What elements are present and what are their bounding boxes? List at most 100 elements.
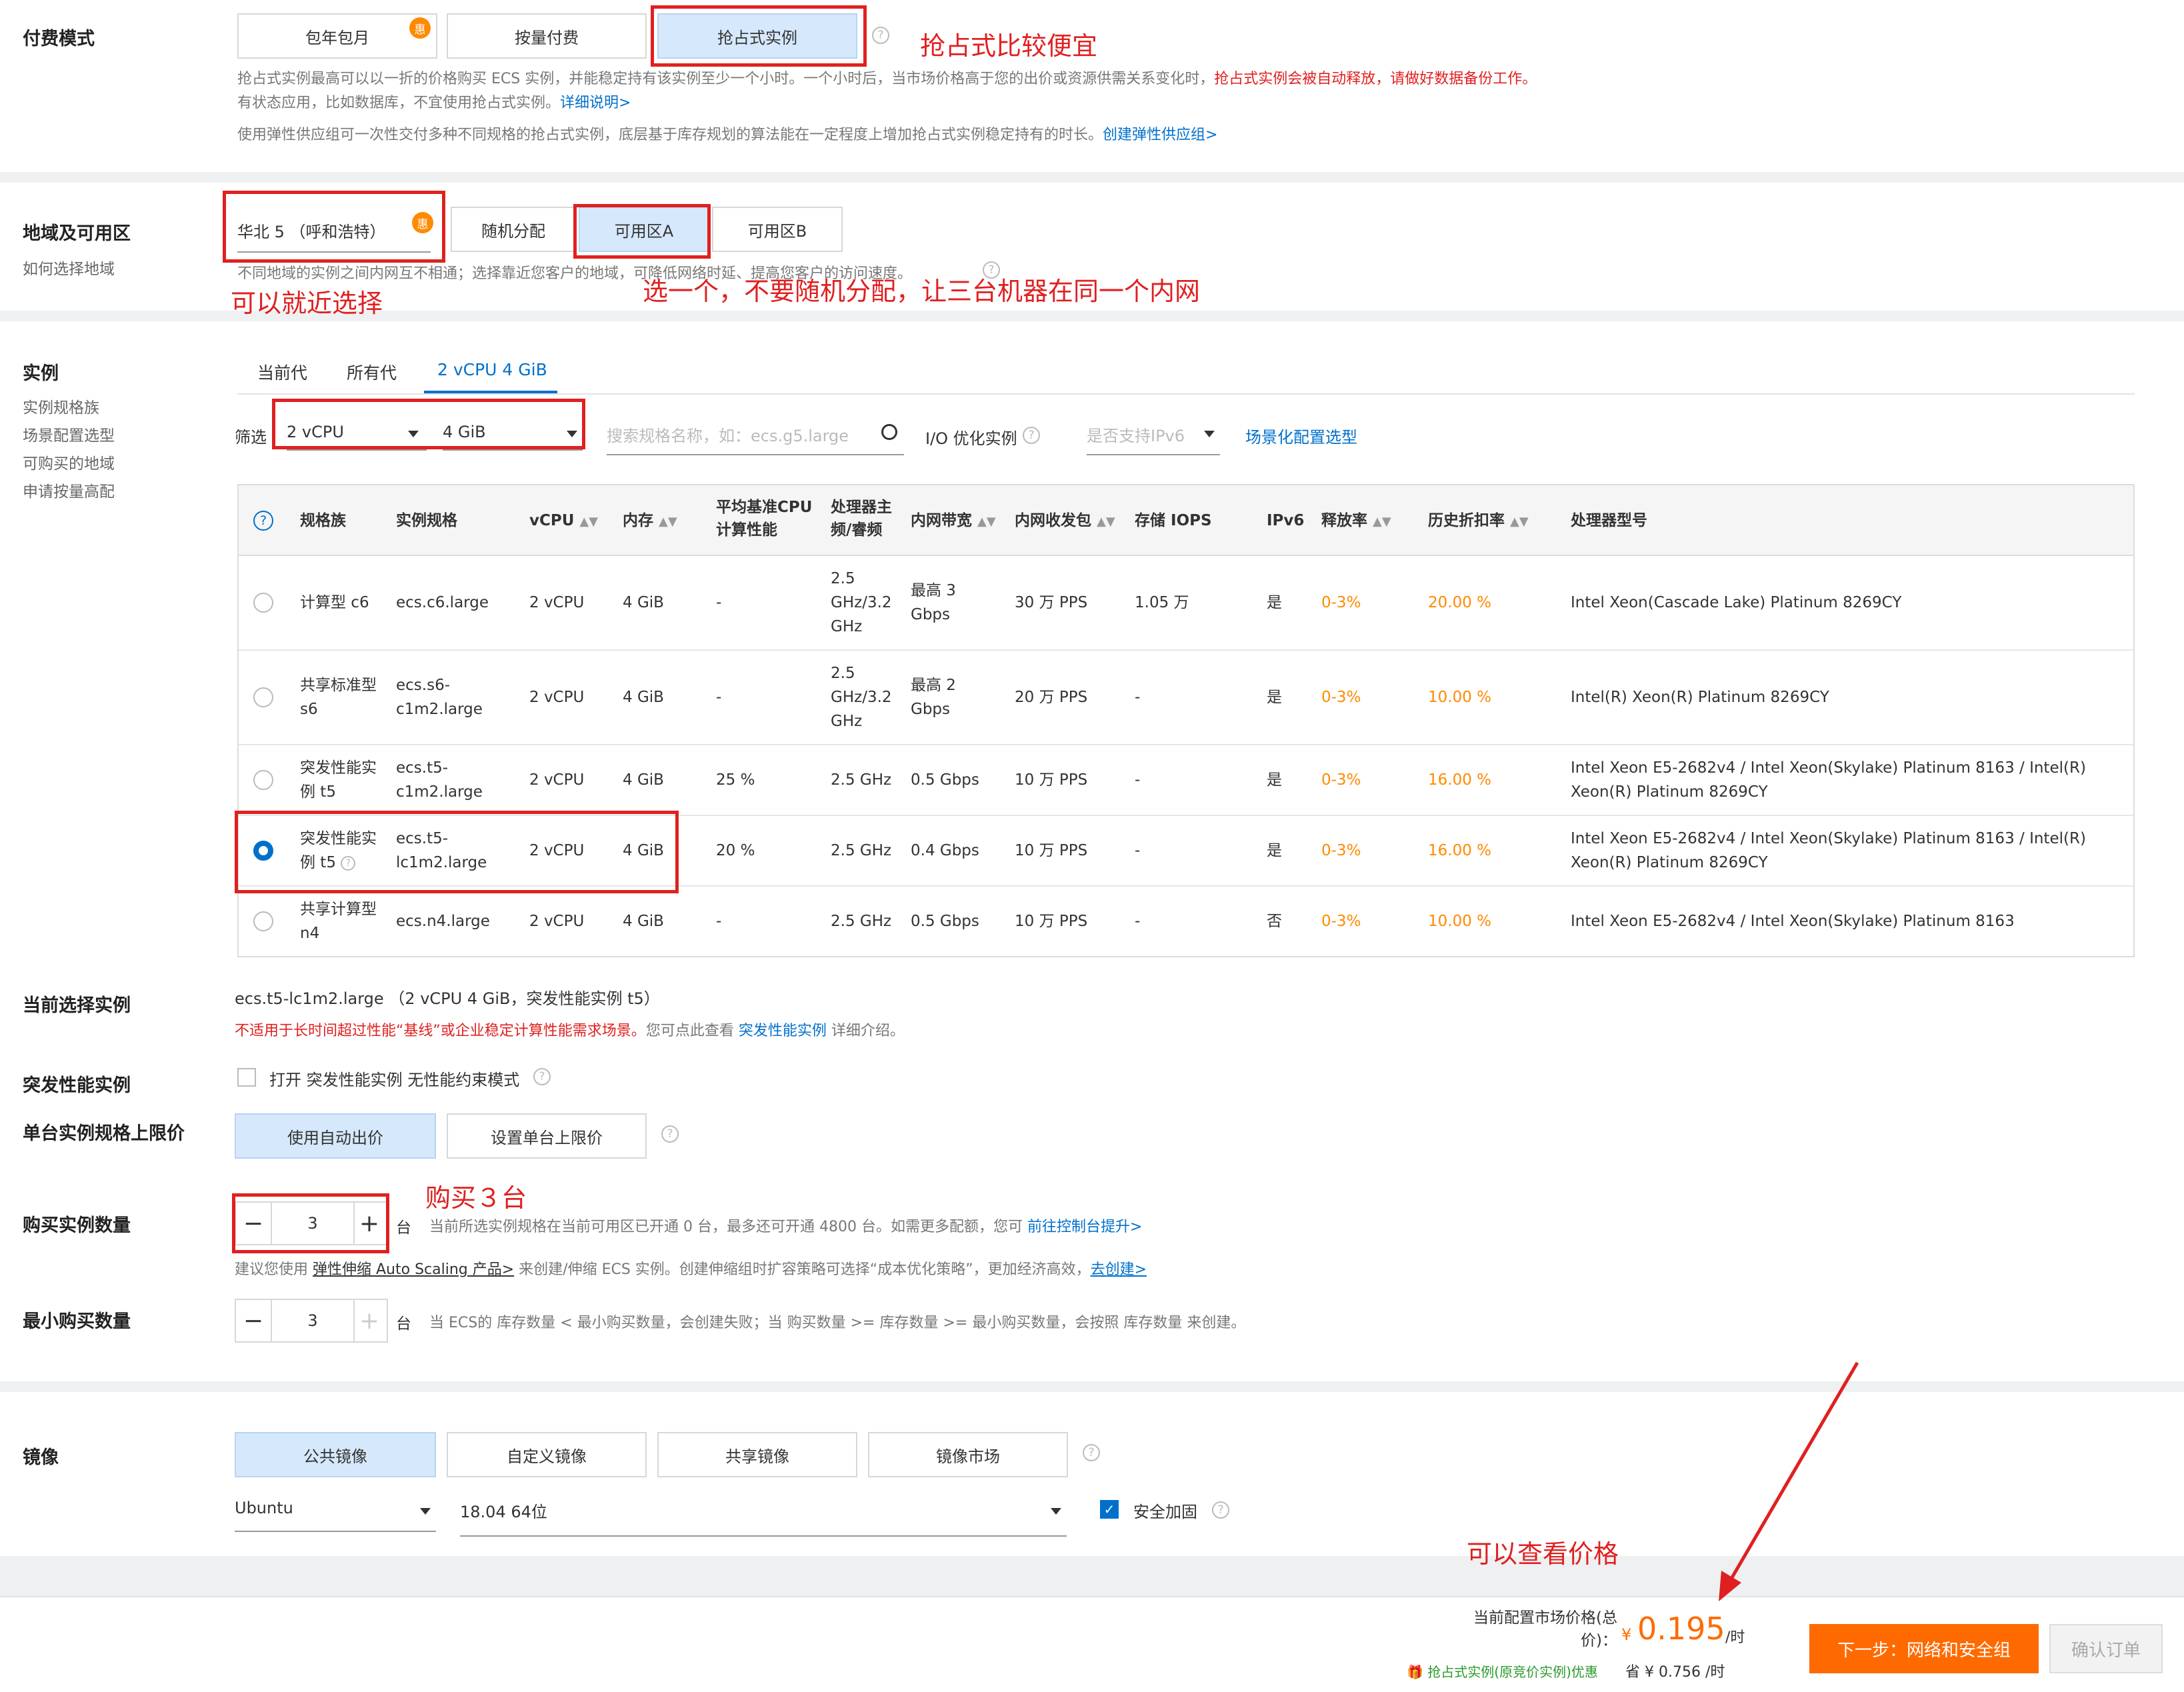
os-select[interactable]: Ubuntu: [235, 1499, 436, 1532]
zone-random[interactable]: 随机分配: [451, 207, 576, 252]
min-quantity-input[interactable]: 3: [271, 1300, 355, 1341]
unlimited-mode-checkbox[interactable]: [237, 1068, 256, 1087]
cell-baseline: -: [716, 594, 722, 611]
col-discount[interactable]: 历史折扣率 ▲▼: [1428, 509, 1529, 533]
unlimited-mode-label: 打开 突发性能实例 无性能约束模式: [269, 1071, 520, 1089]
cell-pps: 10 万 PPS: [1015, 913, 1088, 930]
cell-family: 共享计算型 n4: [300, 901, 377, 942]
option-pay-as-you-go[interactable]: 按量付费: [447, 13, 647, 59]
cell-vcpu: 2 vCPU: [529, 771, 585, 789]
cell-ipv6: 是: [1267, 594, 1282, 611]
cell-pps: 10 万 PPS: [1015, 842, 1088, 859]
autoscaling-link[interactable]: 弹性伸缩 Auto Scaling 产品>: [313, 1261, 514, 1278]
help-icon[interactable]: ?: [1023, 427, 1040, 444]
side-link-apply[interactable]: 申请按量高配: [23, 479, 115, 501]
side-link-regions[interactable]: 可购买的地域: [23, 451, 115, 473]
cell-baseline: -: [716, 913, 722, 930]
min-quantity-unit: 台: [396, 1315, 411, 1333]
col-ipv6: IPv6: [1267, 512, 1305, 529]
min-quantity-stepper[interactable]: − 3 +: [235, 1299, 388, 1343]
savings: 省 ¥ 0.756 /时: [1625, 1664, 1725, 1681]
cell-ipv6: 是: [1267, 842, 1282, 859]
annotation-text: 可以就近选择: [231, 289, 383, 318]
zone-b[interactable]: 可用区B: [712, 207, 843, 252]
table-row[interactable]: 共享标准型 s6 ecs.s6- c1m2.large 2 vCPU 4 GiB -…: [239, 651, 2133, 745]
row-radio[interactable]: [253, 911, 273, 931]
col-bandwidth[interactable]: 内网带宽 ▲▼: [911, 509, 996, 533]
annotation-box-preemptible: [651, 5, 867, 67]
cell-vcpu: 2 vCPU: [529, 913, 585, 930]
confirm-order-button[interactable]: 确认订单: [2049, 1624, 2163, 1673]
col-family[interactable]: 规格族: [300, 509, 346, 532]
cell-bandwidth: 最高 3 Gbps: [911, 582, 956, 623]
cell-family: 突发性能实例 t5: [300, 759, 377, 801]
quantity-hint: 当前所选实例规格在当前可用区已开通 0 台，最多还可开通 4800 台。如需更多…: [429, 1219, 1143, 1235]
total-price: 0.195: [1637, 1611, 1725, 1647]
cell-vcpu: 2 vCPU: [529, 689, 585, 706]
discount-badge: 惠: [409, 17, 431, 39]
col-release-rate[interactable]: 释放率 ▲▼: [1321, 509, 1391, 533]
next-network-button[interactable]: 下一步：网络和安全组: [1809, 1624, 2039, 1673]
cell-freq: 2.5 GHz/3.2 GHz: [831, 570, 892, 635]
ipv6-filter-select[interactable]: 是否支持IPv6: [1087, 423, 1220, 455]
tab-image-market[interactable]: 镜像市场: [868, 1432, 1068, 1477]
annotation-text: 可以查看价格: [1467, 1539, 1619, 1569]
create-supply-group-link[interactable]: 创建弹性供应组>: [1103, 127, 1217, 143]
help-icon[interactable]: ?: [1083, 1444, 1100, 1461]
col-vcpu[interactable]: vCPU ▲▼: [529, 509, 598, 533]
scene-config-link[interactable]: 场景化配置选型: [1245, 424, 1357, 447]
table-row[interactable]: 共享计算型 n4 ecs.n4.large 2 vCPU 4 GiB - 2.5 …: [239, 887, 2133, 956]
payment-desc-2: 有状态应用，比如数据库，不宜使用抢占式实例。详细说明>: [237, 95, 631, 111]
help-icon[interactable]: ?: [661, 1125, 679, 1143]
tab-all-gen[interactable]: 所有代: [347, 360, 397, 384]
details-link[interactable]: 详细说明>: [560, 95, 631, 111]
cell-iops: -: [1135, 689, 1141, 706]
tab-shared-image[interactable]: 共享镜像: [657, 1432, 857, 1477]
col-freq: 处理器主 频/睿频: [831, 499, 892, 539]
cell-pps: 20 万 PPS: [1015, 689, 1088, 706]
table-row[interactable]: 计算型 c6 ecs.c6.large 2 vCPU 4 GiB - 2.5 GH…: [239, 556, 2133, 651]
current-selection-label: 当前选择实例: [23, 995, 131, 1016]
min-quantity-label: 最小购买数量: [23, 1311, 131, 1332]
col-spec: 实例规格: [396, 512, 457, 529]
set-limit-button[interactable]: 设置单台上限价: [447, 1113, 647, 1159]
tab-active-indicator: [424, 391, 557, 393]
col-mem[interactable]: 内存 ▲▼: [623, 509, 677, 533]
tab-public-image[interactable]: 公共镜像: [235, 1432, 436, 1477]
tab-custom-image[interactable]: 自定义镜像: [447, 1432, 647, 1477]
help-icon[interactable]: ?: [533, 1068, 551, 1085]
help-icon[interactable]: ?: [1212, 1501, 1229, 1519]
option-subscription[interactable]: 包年包月: [237, 13, 437, 59]
region-help-link[interactable]: 如何选择地域: [23, 256, 115, 279]
table-row[interactable]: 突发性能实例 t5 ecs.t5- c1m2.large 2 vCPU 4 GiB…: [239, 745, 2133, 816]
cell-mem: 4 GiB: [623, 771, 664, 789]
col-pps[interactable]: 内网收发包 ▲▼: [1015, 509, 1115, 533]
help-icon[interactable]: ?: [872, 27, 889, 44]
annotation-box-selected-row: [235, 811, 679, 893]
side-link-scene[interactable]: 场景配置选型: [23, 423, 115, 445]
security-hardening-checkbox[interactable]: ✓: [1100, 1500, 1119, 1519]
spec-search-input[interactable]: 搜索规格名称，如：ecs.g5.large: [607, 423, 904, 455]
tab-2vcpu-4gib[interactable]: 2 vCPU 4 GiB: [437, 360, 547, 379]
current-selection-value: ecs.t5-lc1m2.large （2 vCPU 4 GiB，突发性能实例 …: [235, 989, 660, 1008]
decrement-button[interactable]: −: [236, 1300, 271, 1341]
create-link[interactable]: 去创建>: [1091, 1261, 1147, 1278]
cell-ipv6: 否: [1267, 913, 1282, 930]
cell-baseline: 20 %: [716, 842, 755, 859]
cell-discount: 10.00 %: [1428, 913, 1492, 930]
row-radio[interactable]: [253, 687, 273, 707]
chevron-down-icon: [1051, 1508, 1061, 1515]
search-icon[interactable]: [881, 424, 897, 440]
help-icon[interactable]: ?: [253, 511, 273, 531]
cell-cpu-model: Intel Xeon(Cascade Lake) Platinum 8269CY: [1571, 594, 1902, 611]
cell-pps: 30 万 PPS: [1015, 594, 1088, 611]
annotation-box-filter: [272, 399, 585, 449]
side-link-family[interactable]: 实例规格族: [23, 395, 99, 417]
auto-bid-button[interactable]: 使用自动出价: [235, 1113, 436, 1159]
tab-current-gen[interactable]: 当前代: [257, 360, 307, 384]
os-version-select[interactable]: 18.04 64位: [460, 1499, 1067, 1537]
raise-quota-link[interactable]: 前往控制台提升>: [1027, 1219, 1142, 1235]
row-radio[interactable]: [253, 770, 273, 790]
row-radio[interactable]: [253, 593, 273, 613]
burst-instance-link[interactable]: 突发性能实例: [739, 1023, 827, 1039]
